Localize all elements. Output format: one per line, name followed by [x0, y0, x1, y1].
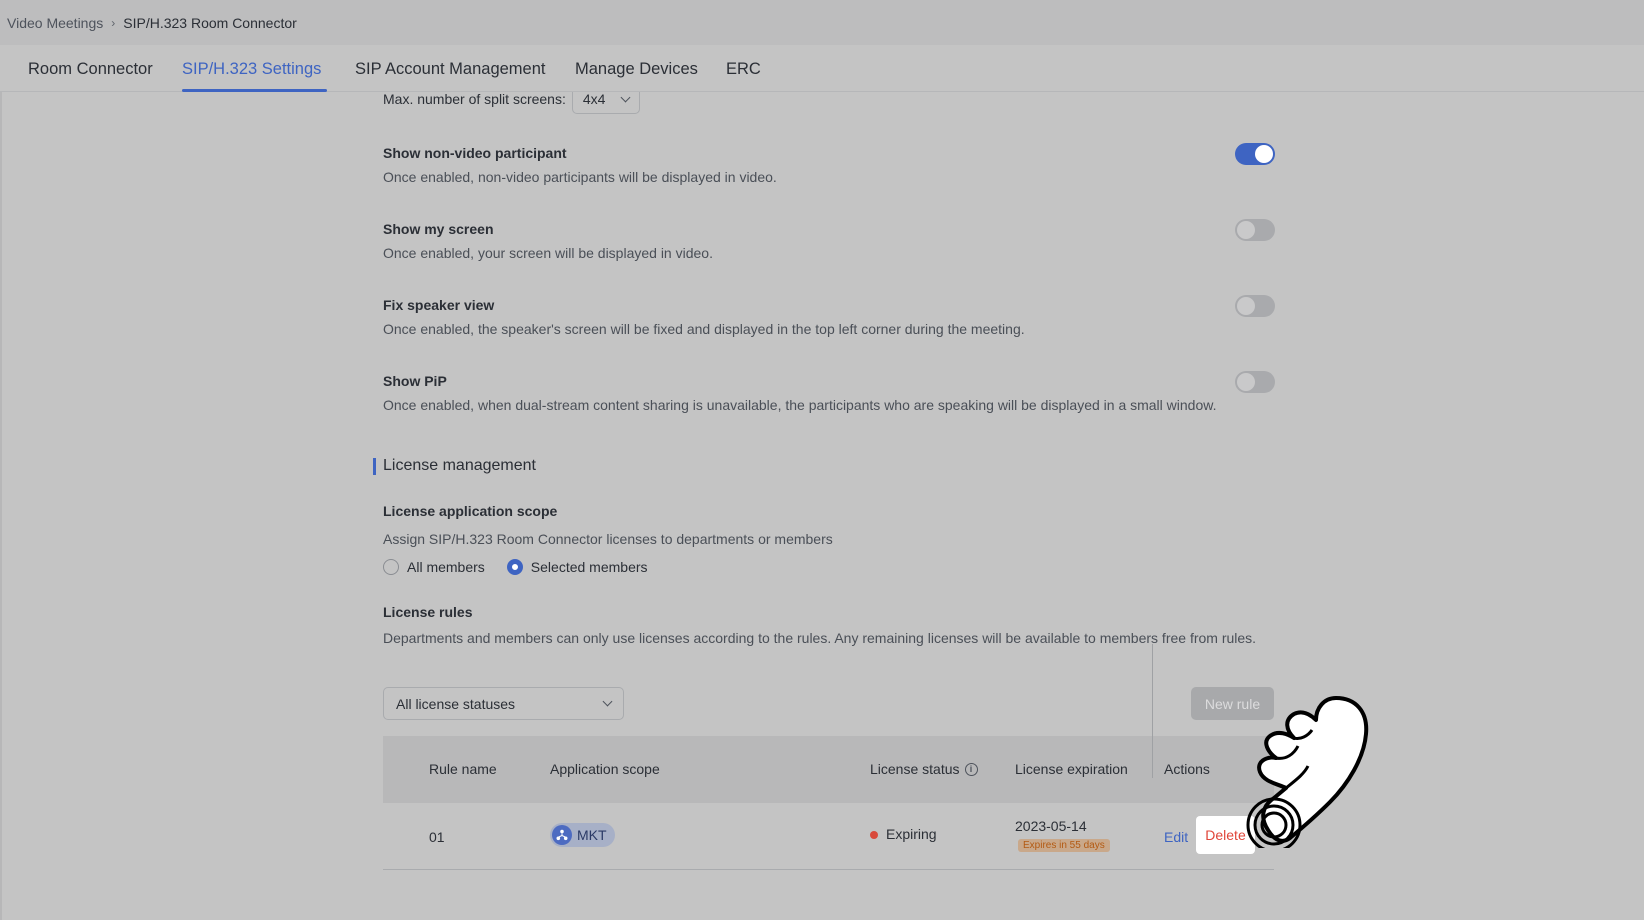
chevron-down-icon — [602, 696, 613, 707]
department-icon — [552, 825, 572, 845]
split-screens-label: Max. number of split screens: — [383, 92, 566, 107]
header-license-status-label: License status — [870, 761, 960, 777]
license-status-filter[interactable]: All license statuses — [383, 687, 624, 720]
radio-circle — [506, 559, 523, 575]
toggle-knob — [1255, 145, 1273, 163]
radio-selected-members[interactable]: Selected members — [506, 559, 648, 575]
split-screens-select[interactable]: 4x4 — [571, 92, 640, 114]
setting-show-pip: Show PiP Once enabled, when dual-stream … — [383, 371, 1275, 413]
radio-label: Selected members — [530, 559, 648, 575]
tab-bar: Room Connector SIP/H.323 Settings SIP Ac… — [0, 45, 1644, 92]
tab-sip-h323-settings[interactable]: SIP/H.323 Settings — [182, 60, 321, 79]
toggle-fix-speaker-view[interactable] — [1235, 295, 1275, 317]
toggle-knob — [1237, 297, 1255, 315]
tab-sip-account-management[interactable]: SIP Account Management — [355, 60, 545, 79]
radio-all-members[interactable]: All members — [383, 559, 485, 575]
top-bar: Video Meetings › SIP/H.323 Room Connecto… — [0, 0, 1644, 45]
rule-name-cell: 01 — [429, 829, 445, 845]
scope-tag-label: MKT — [577, 827, 607, 843]
chevron-right-icon: › — [111, 16, 116, 30]
actions-column-divider — [1152, 644, 1153, 778]
license-scope-desc: Assign SIP/H.323 Room Connector licenses… — [383, 531, 833, 547]
tab-manage-devices[interactable]: Manage Devices — [575, 60, 698, 79]
toggle-show-pip[interactable] — [1235, 371, 1275, 393]
breadcrumb-current: SIP/H.323 Room Connector — [123, 15, 297, 31]
scope-tag[interactable]: MKT — [550, 823, 615, 847]
chevron-down-icon — [620, 92, 631, 102]
status-cell: Expiring — [870, 826, 937, 842]
table-header: Rule name Application scope License stat… — [383, 736, 1274, 803]
toggle-show-my-screen[interactable] — [1235, 219, 1275, 241]
split-screens-value: 4x4 — [582, 92, 606, 107]
status-label: Expiring — [886, 826, 937, 842]
expiration-date: 2023-05-14 — [1015, 818, 1087, 834]
info-icon[interactable]: i — [964, 762, 978, 776]
status-dot-icon — [870, 831, 878, 840]
setting-desc: Once enabled, your screen will be displa… — [383, 245, 713, 261]
edit-button[interactable]: Edit — [1164, 829, 1188, 845]
settings-content: Max. number of split screens: 4x4 Show n… — [0, 92, 1644, 920]
expires-badge: Expires in 55 days — [1018, 839, 1110, 852]
header-license-expiration: License expiration — [1015, 761, 1128, 777]
header-actions: Actions — [1164, 761, 1210, 777]
setting-title: Show my screen — [383, 221, 494, 237]
license-rules-title: License rules — [383, 604, 473, 620]
setting-show-non-video: Show non-video participant Once enabled,… — [383, 143, 1275, 185]
header-application-scope: Application scope — [550, 761, 660, 777]
setting-desc: Once enabled, the speaker's screen will … — [383, 321, 1025, 337]
setting-title: Fix speaker view — [383, 297, 495, 313]
license-rules-desc: Departments and members can only use lic… — [383, 630, 1257, 646]
section-accent-bar — [373, 458, 376, 475]
radio-circle — [383, 559, 399, 575]
setting-title: Show non-video participant — [383, 145, 567, 161]
toggle-knob — [1237, 373, 1255, 391]
filter-value: All license statuses — [396, 695, 516, 712]
breadcrumb-parent[interactable]: Video Meetings — [7, 15, 103, 31]
setting-desc: Once enabled, non-video participants wil… — [383, 169, 777, 185]
toggle-knob — [1237, 221, 1255, 239]
license-section-title: License management — [383, 457, 536, 474]
license-scope-radio-group: All members Selected members — [383, 559, 670, 575]
header-rule-name: Rule name — [429, 761, 497, 777]
setting-title: Show PiP — [383, 373, 447, 389]
table-row: 01 MKT Expiring 2023-05-14 Expires in 55… — [383, 803, 1274, 870]
header-license-status: License status i — [870, 761, 978, 777]
setting-fix-speaker-view: Fix speaker view Once enabled, the speak… — [383, 295, 1275, 337]
tab-room-connector[interactable]: Room Connector — [28, 60, 153, 79]
tab-erc[interactable]: ERC — [726, 60, 761, 79]
split-screens-row: Max. number of split screens: 4x4 — [383, 92, 640, 114]
setting-desc: Once enabled, when dual-stream content s… — [383, 397, 1217, 413]
radio-label: All members — [407, 559, 485, 575]
license-scope-title: License application scope — [383, 503, 558, 519]
breadcrumb: Video Meetings › SIP/H.323 Room Connecto… — [7, 15, 297, 31]
toggle-show-non-video[interactable] — [1235, 143, 1275, 165]
pointing-hand-icon — [1246, 696, 1369, 848]
setting-show-my-screen: Show my screen Once enabled, your screen… — [383, 219, 1275, 261]
license-rules-table: Rule name Application scope License stat… — [383, 736, 1274, 870]
